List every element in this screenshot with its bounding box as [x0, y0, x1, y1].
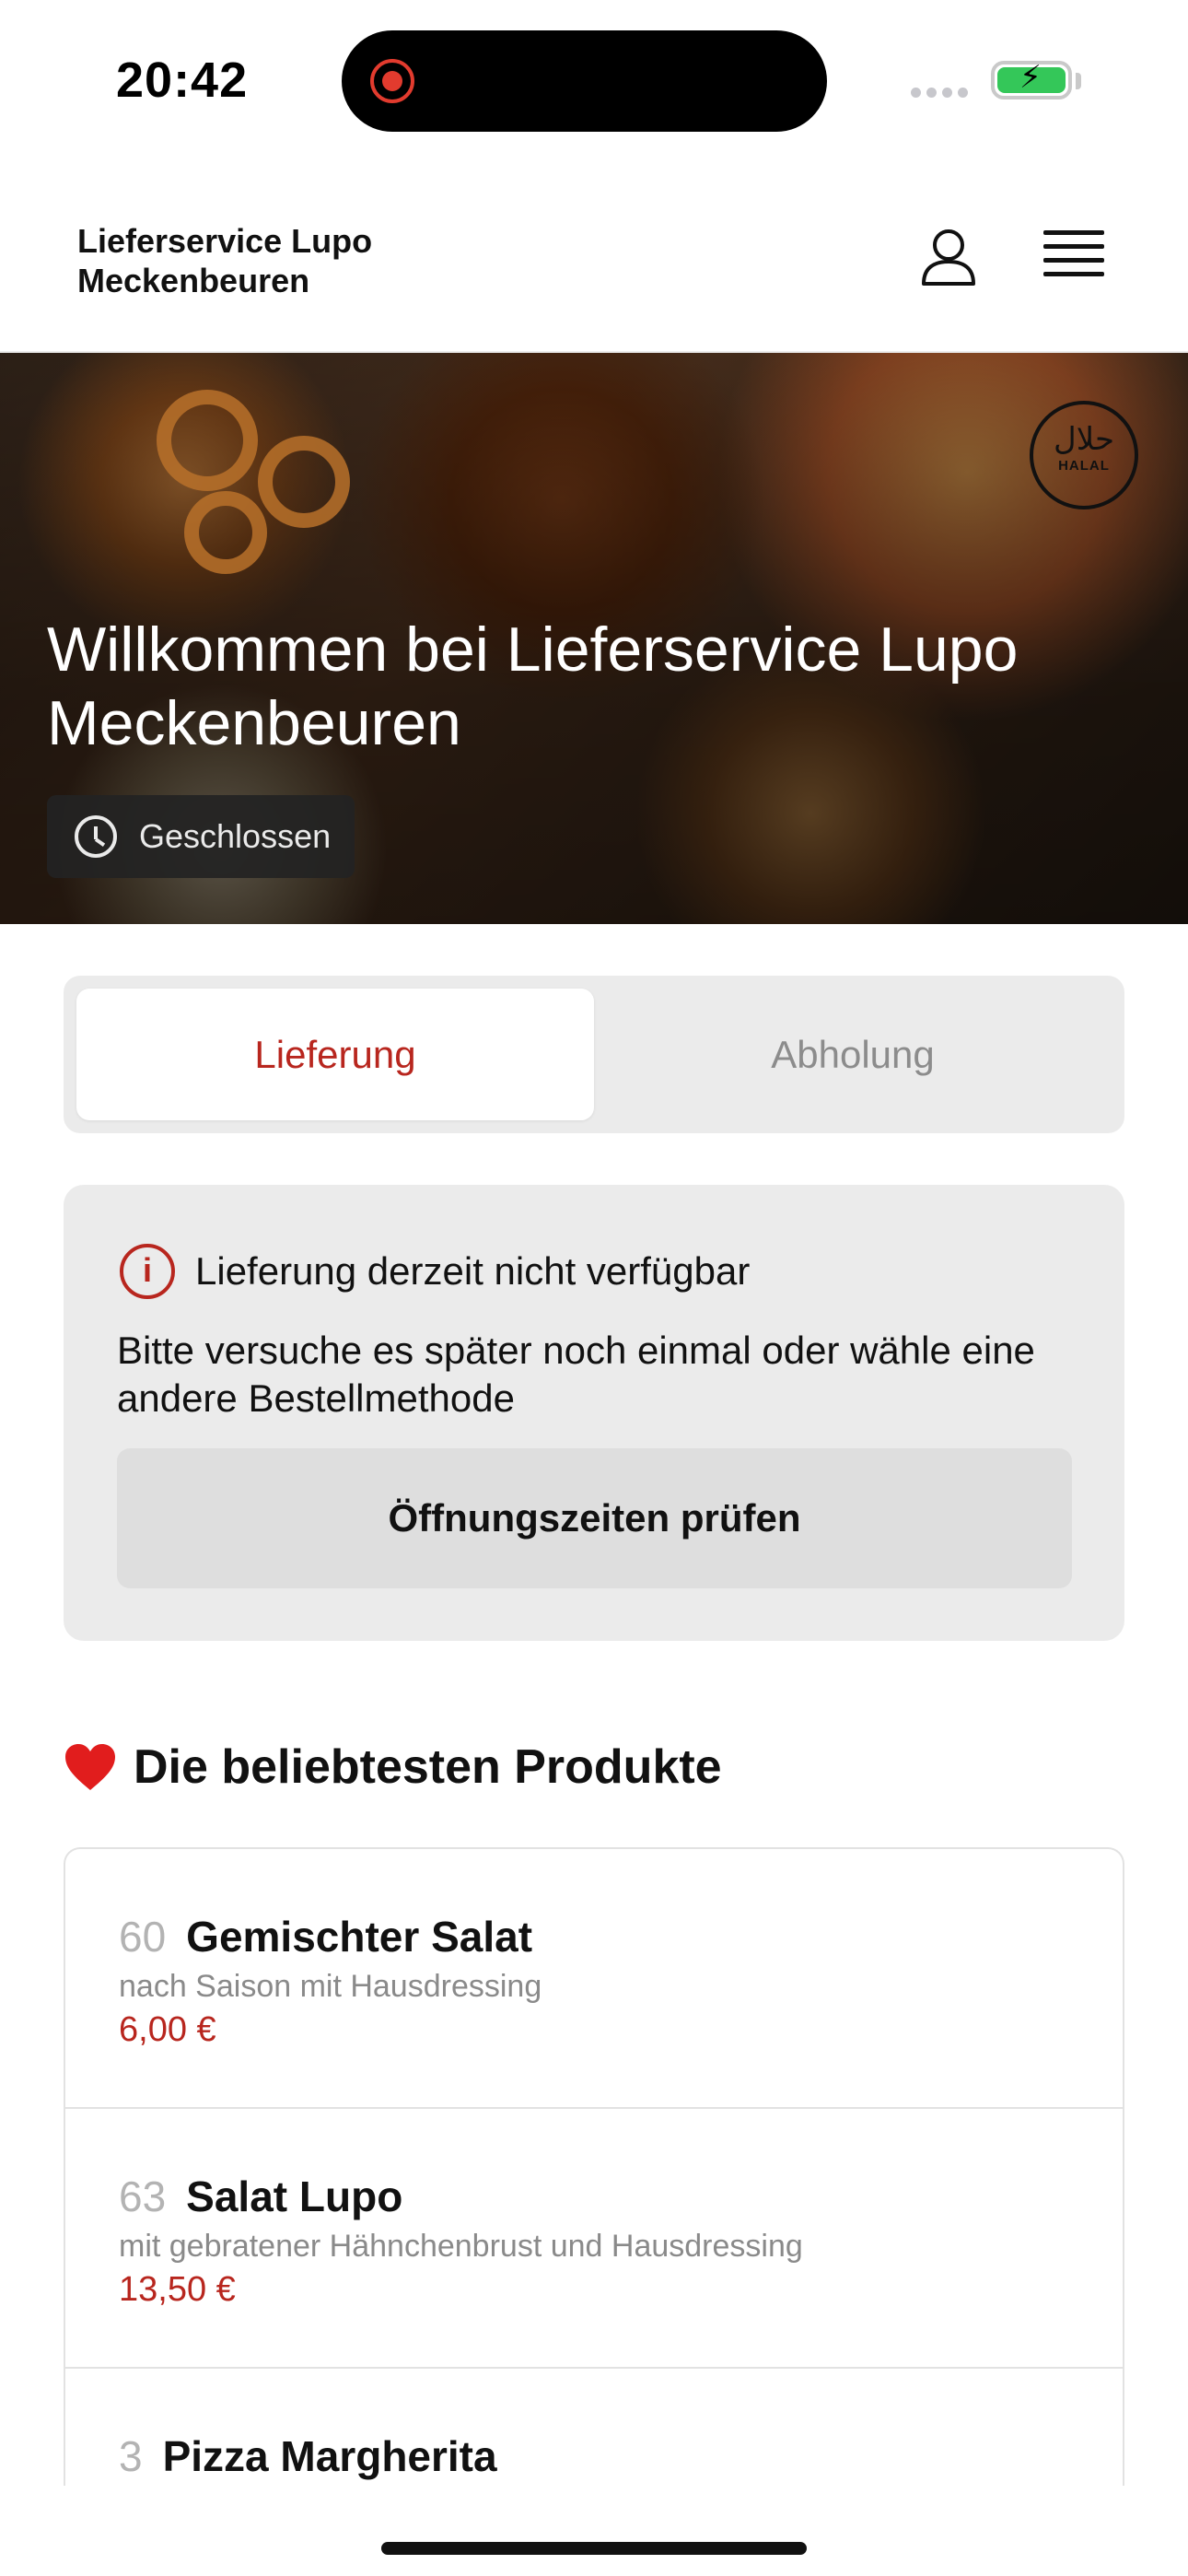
product-name: Pizza Margherita: [162, 2432, 497, 2480]
hamburger-menu-icon[interactable]: [1043, 230, 1104, 284]
product-item[interactable]: 3 Pizza Margherita: [65, 2369, 1123, 2486]
tab-pickup[interactable]: Abholung: [594, 989, 1112, 1120]
notice-title: Lieferung derzeit nicht verfügbar: [195, 1249, 751, 1293]
app-header: Lieferservice Lupo Meckenbeuren: [0, 157, 1188, 353]
opening-status-badge[interactable]: Geschlossen: [47, 795, 355, 878]
user-icon[interactable]: [916, 225, 981, 289]
product-number: 3: [119, 2432, 143, 2480]
check-opening-hours-button[interactable]: Öffnungszeiten prüfen: [117, 1448, 1072, 1588]
tab-delivery[interactable]: Lieferung: [76, 989, 594, 1120]
product-item[interactable]: 63 Salat Lupo mit gebratener Hähnchenbrus…: [65, 2109, 1123, 2369]
signal-icon: [911, 86, 973, 102]
hero-title: Willkommen bei Lieferservice Lupo Mecken…: [47, 615, 1019, 758]
halal-badge-icon: حلال HALAL: [1030, 401, 1138, 509]
dynamic-island: [342, 30, 827, 132]
brand-name[interactable]: Lieferservice Lupo Meckenbeuren: [77, 221, 372, 300]
opening-status-label: Geschlossen: [139, 817, 332, 855]
product-name: Salat Lupo: [186, 2172, 403, 2220]
delivery-unavailable-notice: i Lieferung derzeit nicht verfügbar Bitt…: [64, 1185, 1124, 1641]
product-item[interactable]: 60 Gemischter Salat nach Saison mit Hausd…: [65, 1849, 1123, 2109]
notice-text: Bitte versuche es später noch einmal ode…: [117, 1329, 1035, 1420]
brand-line-2: Meckenbeuren: [77, 262, 310, 299]
brand-line-1: Lieferservice Lupo: [77, 222, 373, 260]
product-description: nach Saison mit Hausdressing: [119, 1969, 542, 2004]
clock-icon: [75, 815, 117, 858]
onion-ring-image: [157, 390, 258, 491]
info-icon: i: [120, 1244, 175, 1299]
status-time: 20:42: [116, 53, 249, 108]
product-number: 60: [119, 1913, 167, 1961]
heart-icon: [65, 1744, 115, 1790]
product-price: 13,50 €: [119, 2270, 236, 2309]
product-description: mit gebratener Hähnchenbrust und Hausdre…: [119, 2229, 803, 2264]
product-name: Gemischter Salat: [186, 1913, 533, 1961]
charging-bolt-icon: ⚡: [1019, 60, 1042, 95]
battery-icon: ⚡: [991, 61, 1072, 100]
recording-indicator-icon: [370, 59, 414, 103]
home-indicator[interactable]: [381, 2542, 807, 2555]
hero-banner: حلال HALAL Willkommen bei Lieferservice …: [0, 353, 1188, 924]
status-bar: 20:42 ⚡: [0, 0, 1188, 157]
product-list: 60 Gemischter Salat nach Saison mit Hausd…: [64, 1847, 1124, 2486]
order-mode-switch: Lieferung Abholung: [64, 976, 1124, 1133]
popular-products-heading: Die beliebtesten Produkte: [64, 1739, 722, 1795]
popular-products-title: Die beliebtesten Produkte: [134, 1740, 722, 1794]
product-number: 63: [119, 2172, 167, 2220]
product-price: 6,00 €: [119, 2010, 216, 2049]
